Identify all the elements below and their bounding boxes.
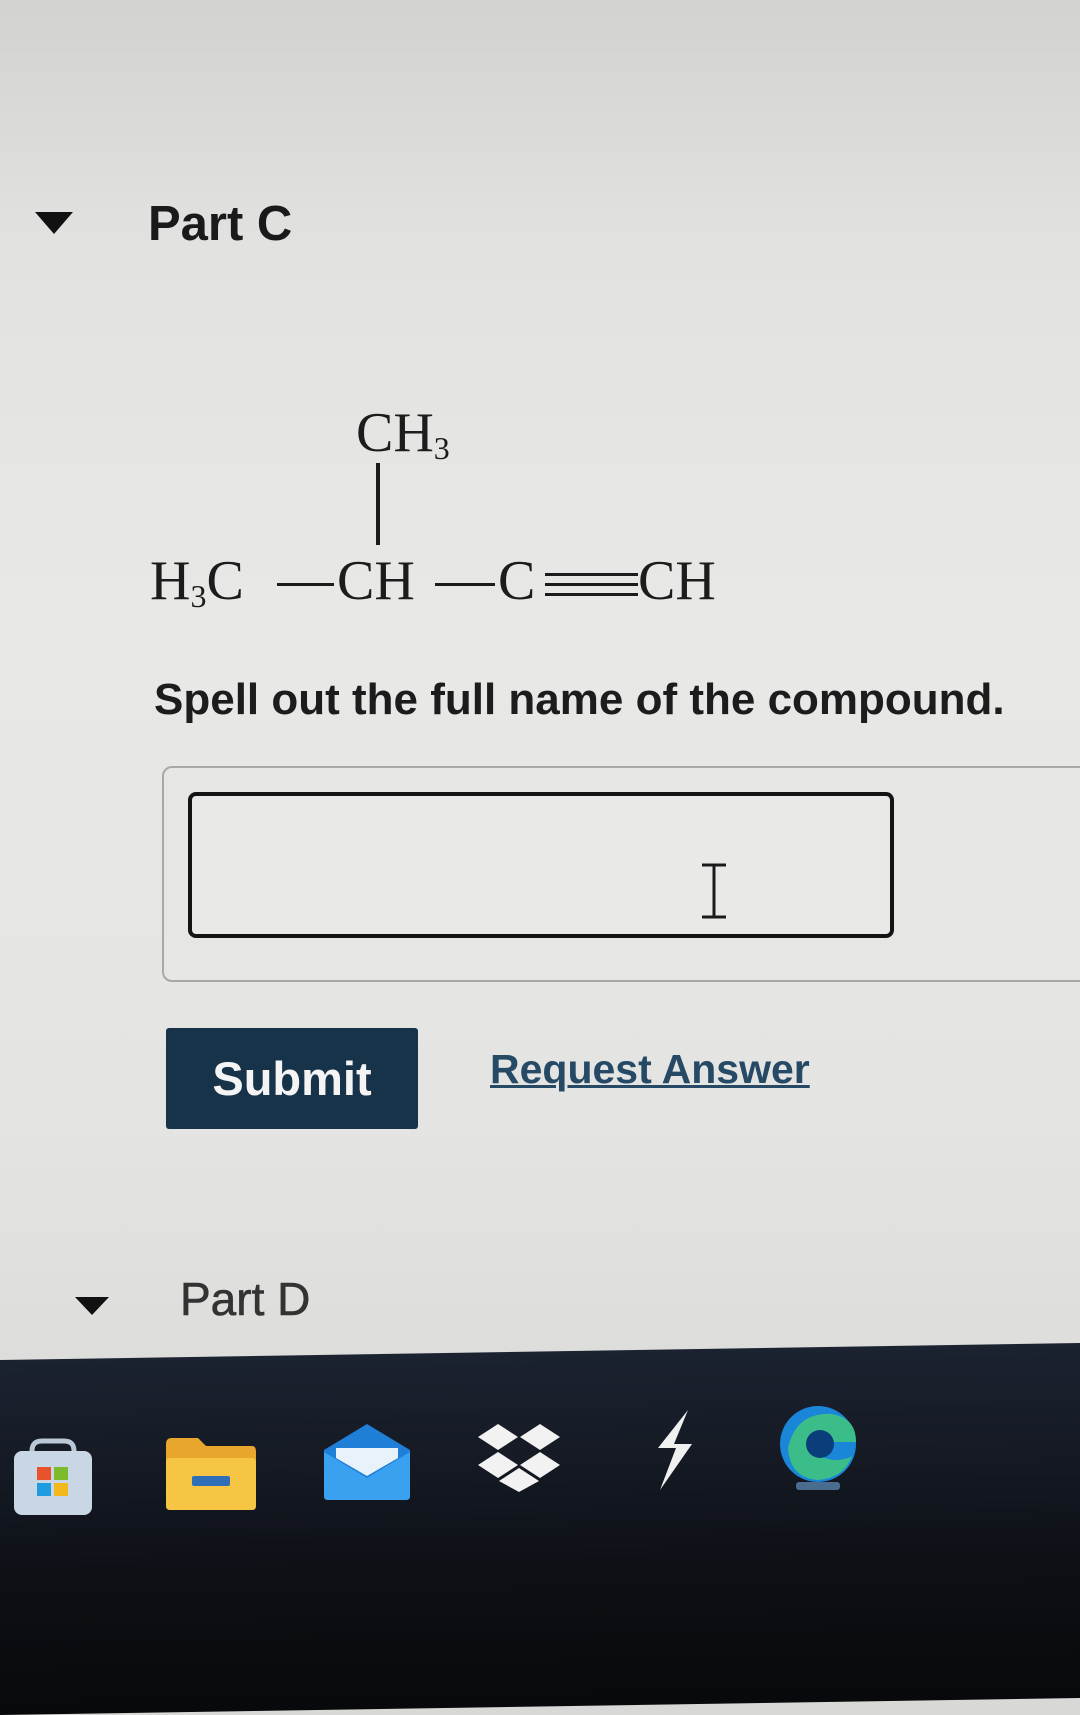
triple-bond-line-1 <box>545 573 638 576</box>
submit-button[interactable]: Submit <box>166 1028 418 1129</box>
answer-input[interactable] <box>188 792 894 938</box>
edge-icon[interactable] <box>776 1402 860 1492</box>
triple-bond-line-2 <box>545 583 638 586</box>
single-bond-1 <box>277 583 334 586</box>
triple-bond-line-3 <box>545 593 638 596</box>
mail-icon[interactable] <box>322 1422 412 1502</box>
part-d-title[interactable]: Part D <box>180 1272 311 1326</box>
methyl-left-c: C <box>206 550 244 612</box>
collapse-caret-icon[interactable] <box>35 212 73 234</box>
methyl-branch: CH3 <box>356 405 450 464</box>
taskbar <box>0 1343 1080 1715</box>
app-icon[interactable] <box>650 1408 698 1492</box>
methyl-branch-text: CH <box>356 402 434 464</box>
methyl-left-subscript: 3 <box>190 578 207 614</box>
part-c-title[interactable]: Part C <box>148 196 292 252</box>
assignment-page: Part C CH3 H3C CH C CH Spell out the ful… <box>0 0 1080 1392</box>
file-explorer-icon[interactable] <box>164 1436 258 1512</box>
question-prompt: Spell out the full name of the compound. <box>154 675 1005 724</box>
alkyne-carbon: C <box>498 550 536 612</box>
terminal-ch-group: CH <box>638 550 716 612</box>
request-answer-link[interactable]: Request Answer <box>490 1046 810 1093</box>
dropbox-icon[interactable] <box>478 1420 560 1492</box>
methyl-left-h: H <box>150 550 191 612</box>
collapse-caret-icon[interactable] <box>75 1297 109 1315</box>
vertical-bond <box>376 463 380 545</box>
methine-group: CH <box>337 550 415 612</box>
methyl-branch-subscript: 3 <box>433 430 450 466</box>
store-icon[interactable] <box>10 1437 96 1519</box>
single-bond-2 <box>435 583 495 586</box>
methyl-left: H3C <box>150 553 244 612</box>
